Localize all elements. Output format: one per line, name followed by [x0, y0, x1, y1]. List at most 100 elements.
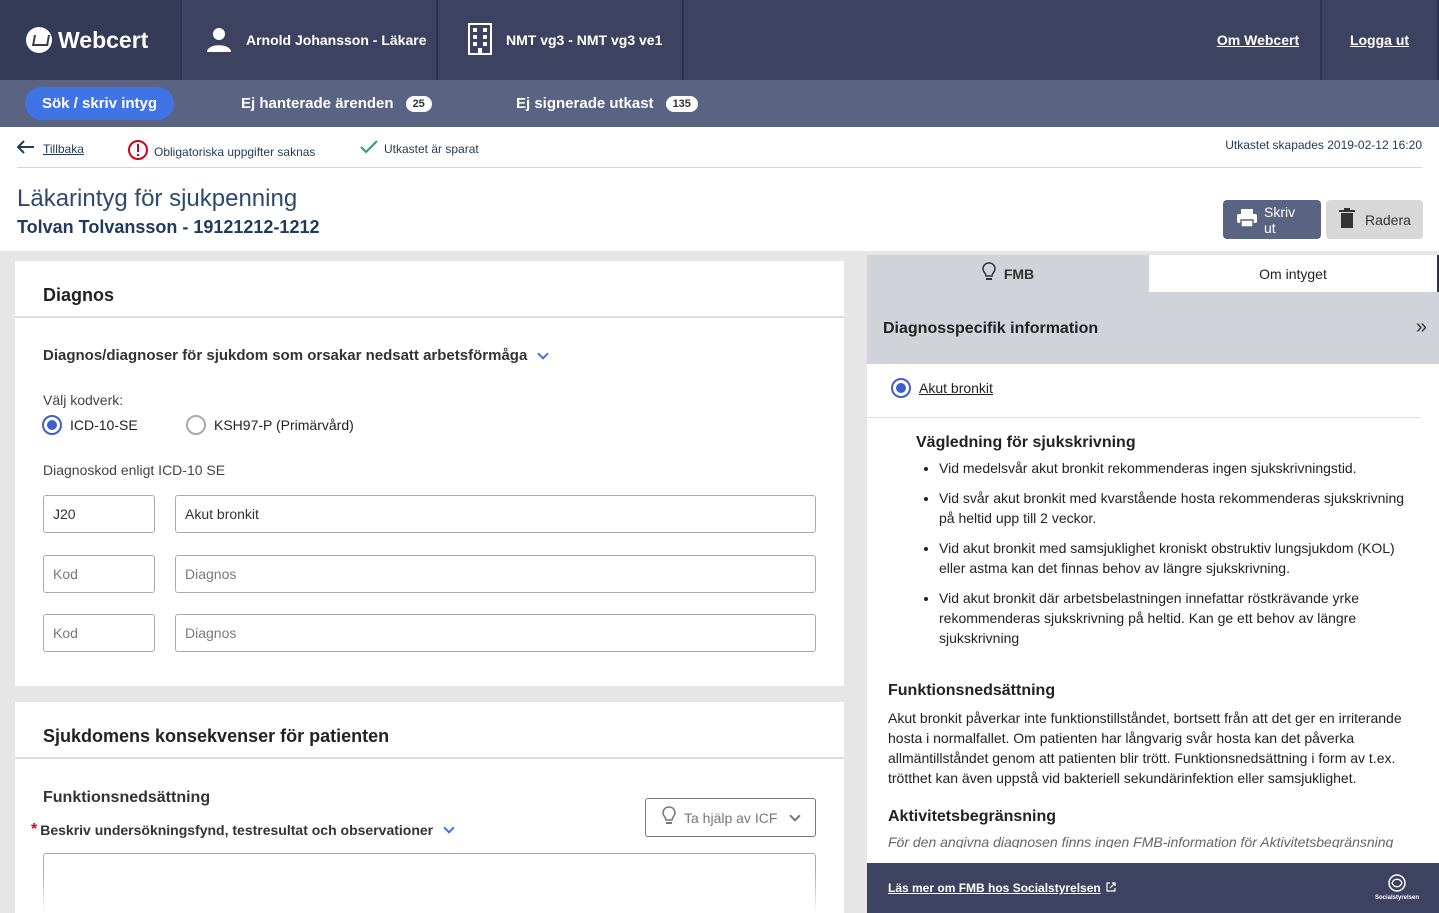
printer-icon	[1236, 208, 1258, 231]
function-heading: Funktionsnedsättning	[888, 682, 1056, 699]
socialstyrelsen-logo: Socialstyrelsen	[1375, 873, 1419, 903]
diagnosis-code-label: Diagnoskod enligt ICD-10 SE	[43, 462, 226, 478]
scroll-fade	[15, 873, 844, 913]
chevron-down-icon[interactable]	[443, 822, 455, 834]
diagnosis-description-input-2[interactable]	[175, 555, 816, 593]
diagnosis-info-heading: Diagnosspecifik information	[883, 320, 1099, 337]
guidance-item: Vid akut bronkit med samsjuklighet kroni…	[939, 538, 1419, 578]
diagnosis-code-input-3[interactable]	[43, 614, 155, 652]
top-header: Webcert Arnold Johansson - Läkare NMT vg…	[0, 0, 1439, 80]
guidance-item: Vid medelsvår akut bronkit rekommenderas…	[939, 458, 1419, 478]
collapse-panel-icon[interactable]: »	[1416, 316, 1427, 339]
consequences-heading: Sjukdomens konsekvenser för patienten	[15, 702, 844, 759]
function-subheading: Funktionsnedsättning	[43, 789, 211, 806]
side-panel-tabs: FMB Om intyget	[867, 255, 1439, 292]
guidance-item: Vid svår akut bronkit med kvarstående ho…	[939, 488, 1419, 528]
external-link-icon	[1106, 881, 1116, 895]
trash-icon	[1339, 208, 1355, 231]
radio-icd10-label: ICD-10-SE	[70, 417, 138, 433]
diagnosis-code-input-2[interactable]	[43, 555, 155, 593]
radio-ksh97-label: KSH97-P (Primärvård)	[214, 417, 354, 433]
care-unit: NMT vg3 - NMT vg3 ve1	[438, 0, 684, 80]
unsigned-count-badge: 135	[665, 95, 698, 112]
chevron-down-icon[interactable]	[537, 347, 549, 360]
radio-icd10[interactable]: ICD-10-SE	[42, 415, 138, 435]
logout-link[interactable]: Logga ut	[1350, 32, 1409, 48]
user-name: Arnold Johansson - Läkare	[246, 32, 427, 48]
brand-logo[interactable]: Webcert	[0, 0, 182, 80]
icf-help-button[interactable]: Ta hjälp av ICF	[645, 798, 816, 837]
arrow-left-icon	[16, 140, 35, 157]
nav-unsigned-drafts[interactable]: Ej signerade utkast 135	[516, 80, 698, 127]
back-link-text[interactable]: Tillbaka	[43, 142, 84, 156]
fmb-diagnosis-label[interactable]: Akut bronkit	[919, 380, 993, 396]
icf-help-label: Ta hjälp av ICF	[684, 809, 778, 826]
radio-selected-icon[interactable]	[891, 378, 911, 398]
lightbulb-icon	[982, 262, 996, 285]
unhandled-count-badge: 25	[405, 95, 432, 112]
radio-ksh97[interactable]: KSH97-P (Primärvård)	[186, 415, 354, 435]
consequences-section: Sjukdomens konsekvenser för patienten Fu…	[15, 702, 844, 913]
tab-about-certificate[interactable]: Om intyget	[1149, 255, 1439, 292]
diagnosis-question-text: Diagnos/diagnoser för sjukdom som orsaka…	[43, 347, 528, 364]
radio-unselected-icon[interactable]	[186, 415, 206, 435]
about-webcert: Om Webcert	[1196, 0, 1322, 80]
guidance-heading: Vägledning för sjukskrivning	[916, 434, 1136, 451]
observations-question-text: Beskriv undersökningsfynd, testresultat …	[40, 822, 434, 838]
diagnosis-section: Diagnos Diagnos/diagnoser för sjukdom so…	[15, 261, 844, 686]
required-marker: *	[31, 821, 38, 838]
diagnosis-heading: Diagnos	[15, 261, 844, 318]
fmb-footer: Läs mer om FMB hos Socialstyrelsen Socia…	[867, 863, 1439, 913]
warning-circle-icon	[128, 140, 148, 163]
print-label: Skriv ut	[1264, 203, 1296, 236]
brand-name: Webcert	[58, 26, 149, 53]
saved-status: Utkastet är sparat	[360, 140, 479, 157]
guidance-list: Vid medelsvår akut bronkit rekommenderas…	[939, 458, 1419, 648]
diagnosis-description-input-3[interactable]	[175, 614, 816, 652]
diagnosis-code-input-1[interactable]	[43, 495, 155, 533]
observations-question[interactable]: * Beskriv undersökningsfynd, testresulta…	[31, 821, 455, 839]
tab-fmb[interactable]: FMB	[867, 255, 1149, 292]
logo-text: Socialstyrelsen	[1375, 895, 1420, 901]
certificate-title: Läkarintyg för sjukpenning	[17, 185, 298, 212]
activity-heading: Aktivitetsbegränsning	[888, 808, 1057, 825]
certificate-header: Tillbaka Obligatoriska uppgifter saknas …	[0, 127, 1439, 251]
status-row: Tillbaka Obligatoriska uppgifter saknas …	[16, 127, 1422, 168]
nav-unhandled-issues[interactable]: Ej hanterade ärenden 25	[241, 80, 432, 127]
checkmark-icon	[360, 140, 378, 157]
chevron-down-icon	[789, 809, 802, 822]
patient-name: Tolvan Tolvansson - 19121212-1212	[17, 217, 320, 237]
missing-fields-text: Obligatoriska uppgifter saknas	[154, 144, 316, 159]
diagnosis-question[interactable]: Diagnos/diagnoser för sjukdom som orsaka…	[43, 347, 549, 364]
fmb-content[interactable]: Vägledning för sjukskrivning Vid medelsv…	[867, 418, 1439, 848]
codesystem-label: Välj kodverk:	[43, 392, 124, 408]
back-link[interactable]: Tillbaka	[16, 140, 84, 157]
diagnosis-description-input-1[interactable]	[175, 495, 816, 533]
activity-text: För den angivna diagnosen finns ingen FM…	[888, 834, 1394, 848]
webcert-logo-icon	[26, 27, 52, 53]
user-info: Arnold Johansson - Läkare	[182, 0, 438, 80]
lightbulb-icon	[662, 806, 676, 829]
delete-label: Radera	[1365, 211, 1411, 228]
tab-fmb-label: FMB	[1003, 265, 1035, 282]
logout: Logga ut	[1322, 0, 1439, 80]
saved-text: Utkastet är sparat	[384, 141, 479, 156]
socialstyrelsen-link[interactable]: Läs mer om FMB hos Socialstyrelsen	[888, 881, 1101, 895]
guidance-item: Vid akut bronkit där arbetsbelastningen …	[939, 588, 1419, 648]
nav-search-write[interactable]: Sök / skriv intyg	[25, 87, 175, 120]
about-webcert-link[interactable]: Om Webcert	[1217, 32, 1299, 48]
created-timestamp: Utkastet skapades 2019-02-12 16:20	[1225, 138, 1422, 152]
building-icon	[468, 22, 492, 58]
print-button[interactable]: Skriv ut	[1223, 200, 1321, 239]
diagnosis-info-header: Diagnosspecifik information »	[867, 292, 1439, 364]
sub-navigation: Sök / skriv intyg Ej hanterade ärenden 2…	[0, 80, 1439, 127]
function-text: Akut bronkit påverkar inte funktionstill…	[888, 710, 1402, 786]
nav-unsigned-label: Ej signerade utkast	[516, 95, 654, 112]
delete-button[interactable]: Radera	[1326, 200, 1423, 239]
radio-selected-icon[interactable]	[42, 415, 62, 435]
user-icon	[206, 26, 232, 55]
unit-name: NMT vg3 - NMT vg3 ve1	[506, 32, 663, 48]
missing-fields-status: Obligatoriska uppgifter saknas	[128, 140, 315, 163]
fmb-diagnosis-radio[interactable]: Akut bronkit	[891, 378, 993, 398]
nav-unhandled-label: Ej hanterade ärenden	[241, 95, 394, 112]
